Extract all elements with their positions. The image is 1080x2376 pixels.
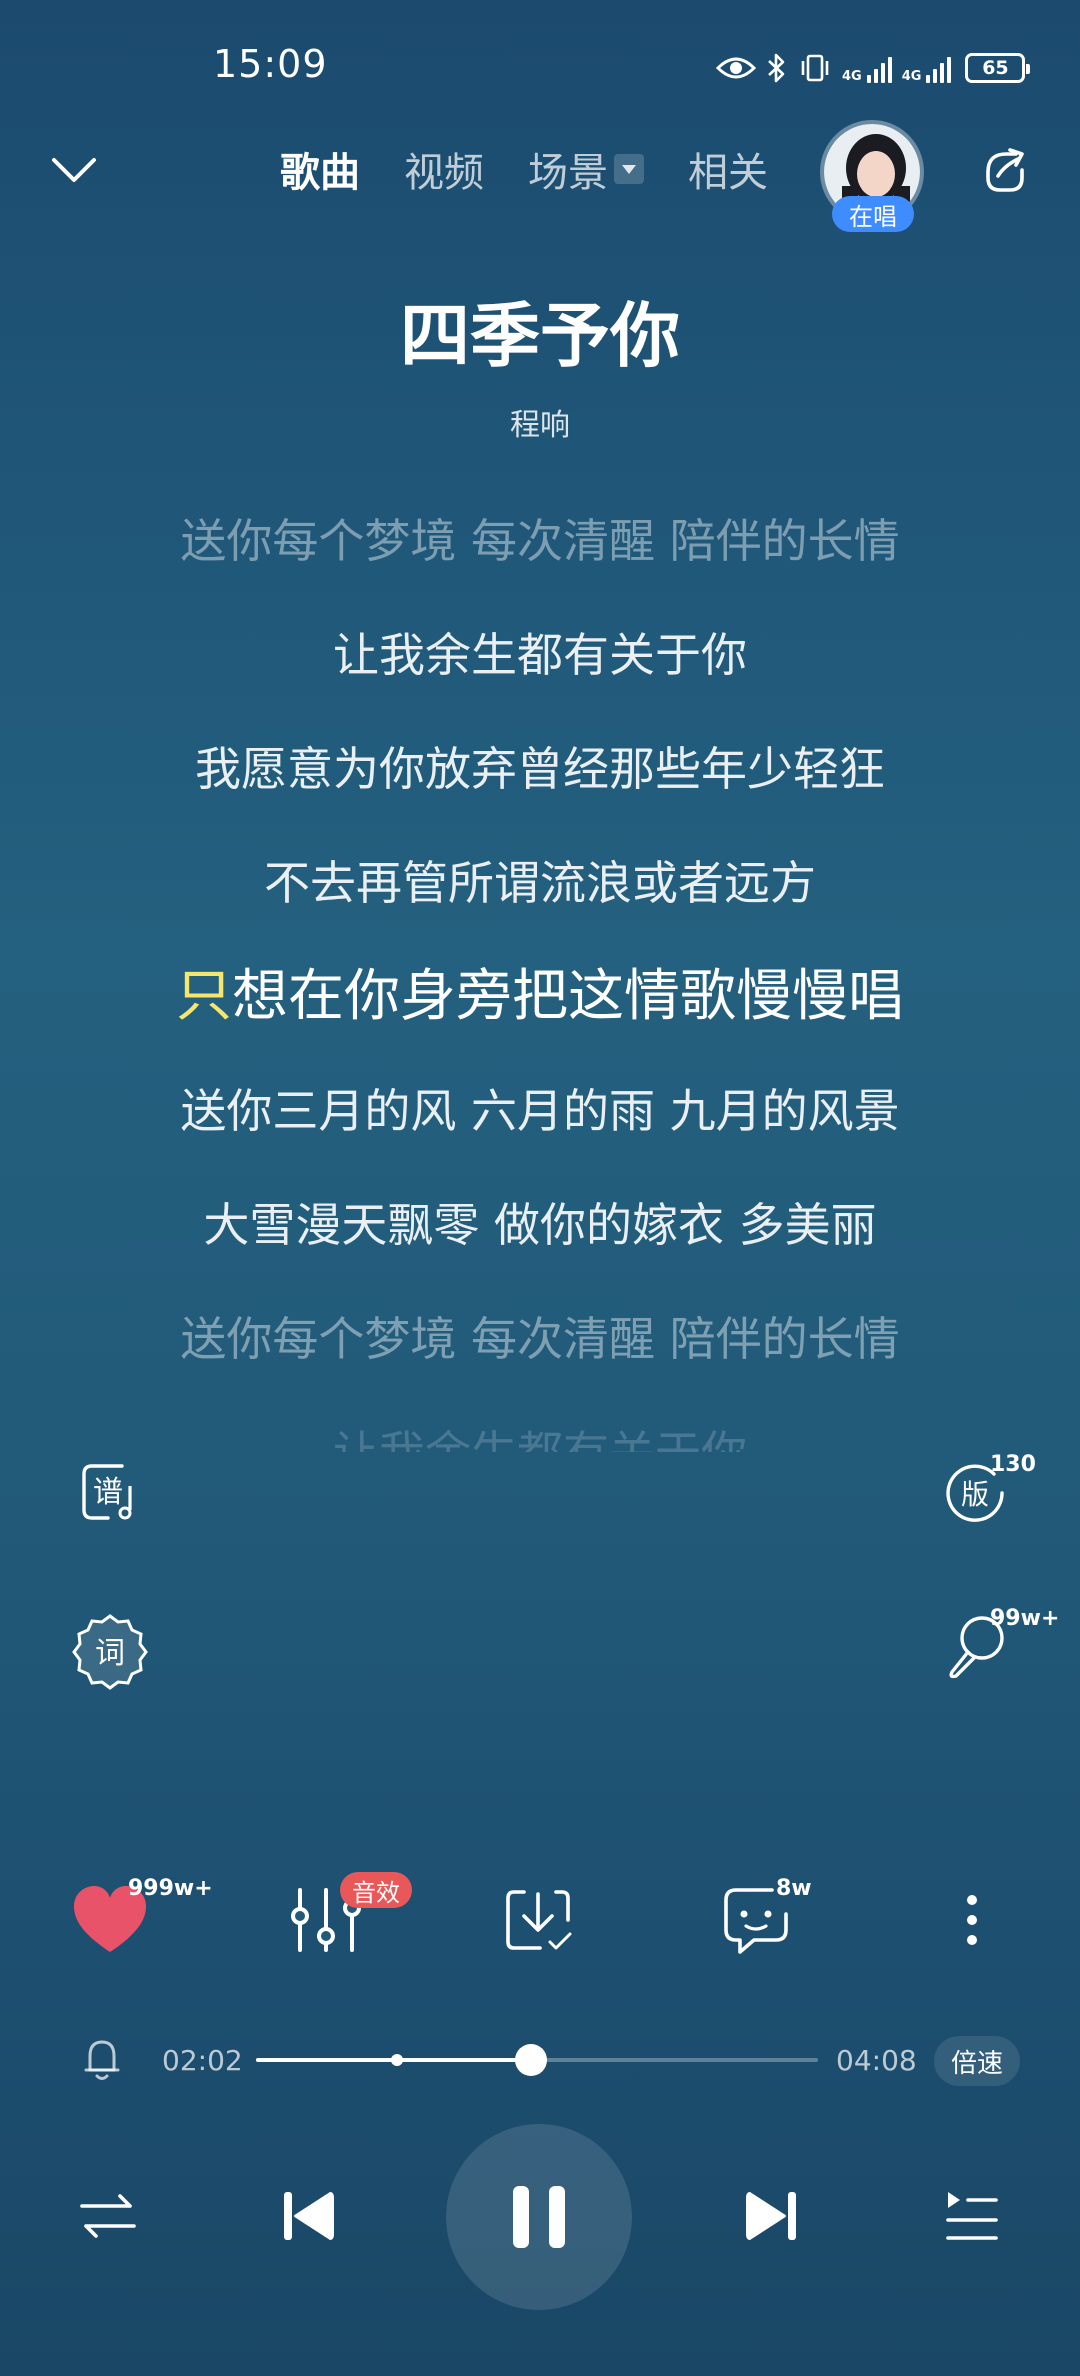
lyric-line: 我愿意为你放弃曾经那些年少轻狂 (195, 742, 885, 796)
lyric-current-rest: 想在你身旁把这情歌慢慢唱 (232, 964, 904, 1029)
comment-bubble-count: 99w+ (990, 1606, 1060, 1631)
caret-down-icon (614, 154, 644, 184)
sheet-music-icon: 谱 (82, 1464, 132, 1520)
version-button[interactable]: 版 130 (944, 1452, 1064, 1540)
total-time: 04:08 (836, 2044, 917, 2077)
version-label: 版 (961, 1478, 989, 1511)
lyric-line: 送你三月的风 六月的雨 九月的风景 (180, 1084, 900, 1138)
more-button[interactable] (952, 1880, 992, 1960)
share-icon[interactable] (980, 146, 1030, 196)
progress-slider[interactable] (256, 2044, 818, 2076)
eye-icon (716, 57, 756, 79)
vibrate-icon (801, 54, 829, 82)
lyrics-icon: 词 (72, 1614, 148, 1690)
signal-icon: 4G (842, 53, 892, 83)
lyric-line: 让我余生都有关于你 (333, 628, 747, 682)
signal-icon: 4G (902, 53, 952, 83)
lyrics-button-label: 词 (95, 1636, 125, 1671)
like-count: 999w+ (128, 1876, 213, 1901)
bluetooth-icon (768, 53, 785, 83)
lyrics-button[interactable]: 词 (70, 1612, 150, 1692)
tab-scenes-label: 场景 (528, 150, 608, 196)
previous-icon[interactable] (278, 2184, 338, 2248)
song-artist[interactable]: 程响 (0, 400, 1080, 444)
sound-effect-badge: 音效 (340, 1872, 412, 1908)
network-label-2: 4G (901, 69, 922, 84)
lyric-line: 送你每个梦境 每次清醒 陪伴的长情 (180, 514, 900, 568)
battery-level: 65 (982, 57, 1009, 79)
status-icons: 4G 4G 65 (716, 46, 1031, 90)
download-icon (506, 1890, 572, 1950)
nav-tabs: 歌曲 视频 场景 相关 (280, 140, 812, 198)
bell-icon[interactable] (82, 2036, 122, 2082)
pause-button[interactable] (446, 2124, 632, 2310)
version-count: 130 (990, 1452, 1036, 1477)
lyric-current-sung: 只 (176, 964, 232, 1029)
shuffle-icon[interactable] (78, 2186, 138, 2246)
tab-scenes[interactable]: 场景 (528, 140, 644, 198)
comment-count: 8w (776, 1876, 812, 1901)
lyric-line: 不去再管所谓流浪或者远方 (264, 856, 816, 910)
lyric-line-current: 只想在你身旁把这情歌慢慢唱 (170, 962, 910, 1032)
highlight-marker[interactable] (390, 2054, 403, 2066)
more-vertical-icon (967, 1895, 977, 1945)
lyric-line: 大雪漫天飘零 做你的嫁衣 多美丽 (203, 1198, 877, 1252)
sheet-music-button[interactable]: 谱 (78, 1460, 144, 1526)
tab-songs[interactable]: 歌曲 (280, 140, 360, 198)
playlist-icon[interactable] (942, 2186, 1002, 2246)
lyrics-panel[interactable]: 送你每个梦境 每次清醒 陪伴的长情 让我余生都有关于你 我愿意为你放弃曾经那些年… (170, 506, 910, 1496)
tab-related[interactable]: 相关 (688, 140, 768, 198)
next-icon[interactable] (742, 2184, 802, 2248)
collapse-chevron-icon[interactable] (50, 150, 98, 190)
pause-icon (513, 2186, 565, 2248)
lyric-line: 送你每个梦境 每次清醒 陪伴的长情 (180, 1312, 900, 1366)
download-button[interactable] (500, 1880, 580, 1960)
status-time: 15:09 (213, 42, 328, 86)
playback-speed-button[interactable]: 倍速 (934, 2036, 1020, 2086)
sheet-music-label: 谱 (93, 1475, 123, 1510)
singing-badge: 在唱 (832, 196, 914, 232)
lyric-line: 让我余生都有关于你 (170, 1418, 910, 1452)
tab-videos[interactable]: 视频 (404, 140, 484, 198)
song-title: 四季予你 (400, 295, 680, 377)
progress-thumb[interactable] (515, 2044, 548, 2076)
comment-bubble-button[interactable]: 99w+ (944, 1606, 1064, 1692)
network-label-1: 4G (842, 69, 862, 84)
battery-icon: 65 (965, 53, 1031, 83)
current-time: 02:02 (162, 2044, 243, 2077)
